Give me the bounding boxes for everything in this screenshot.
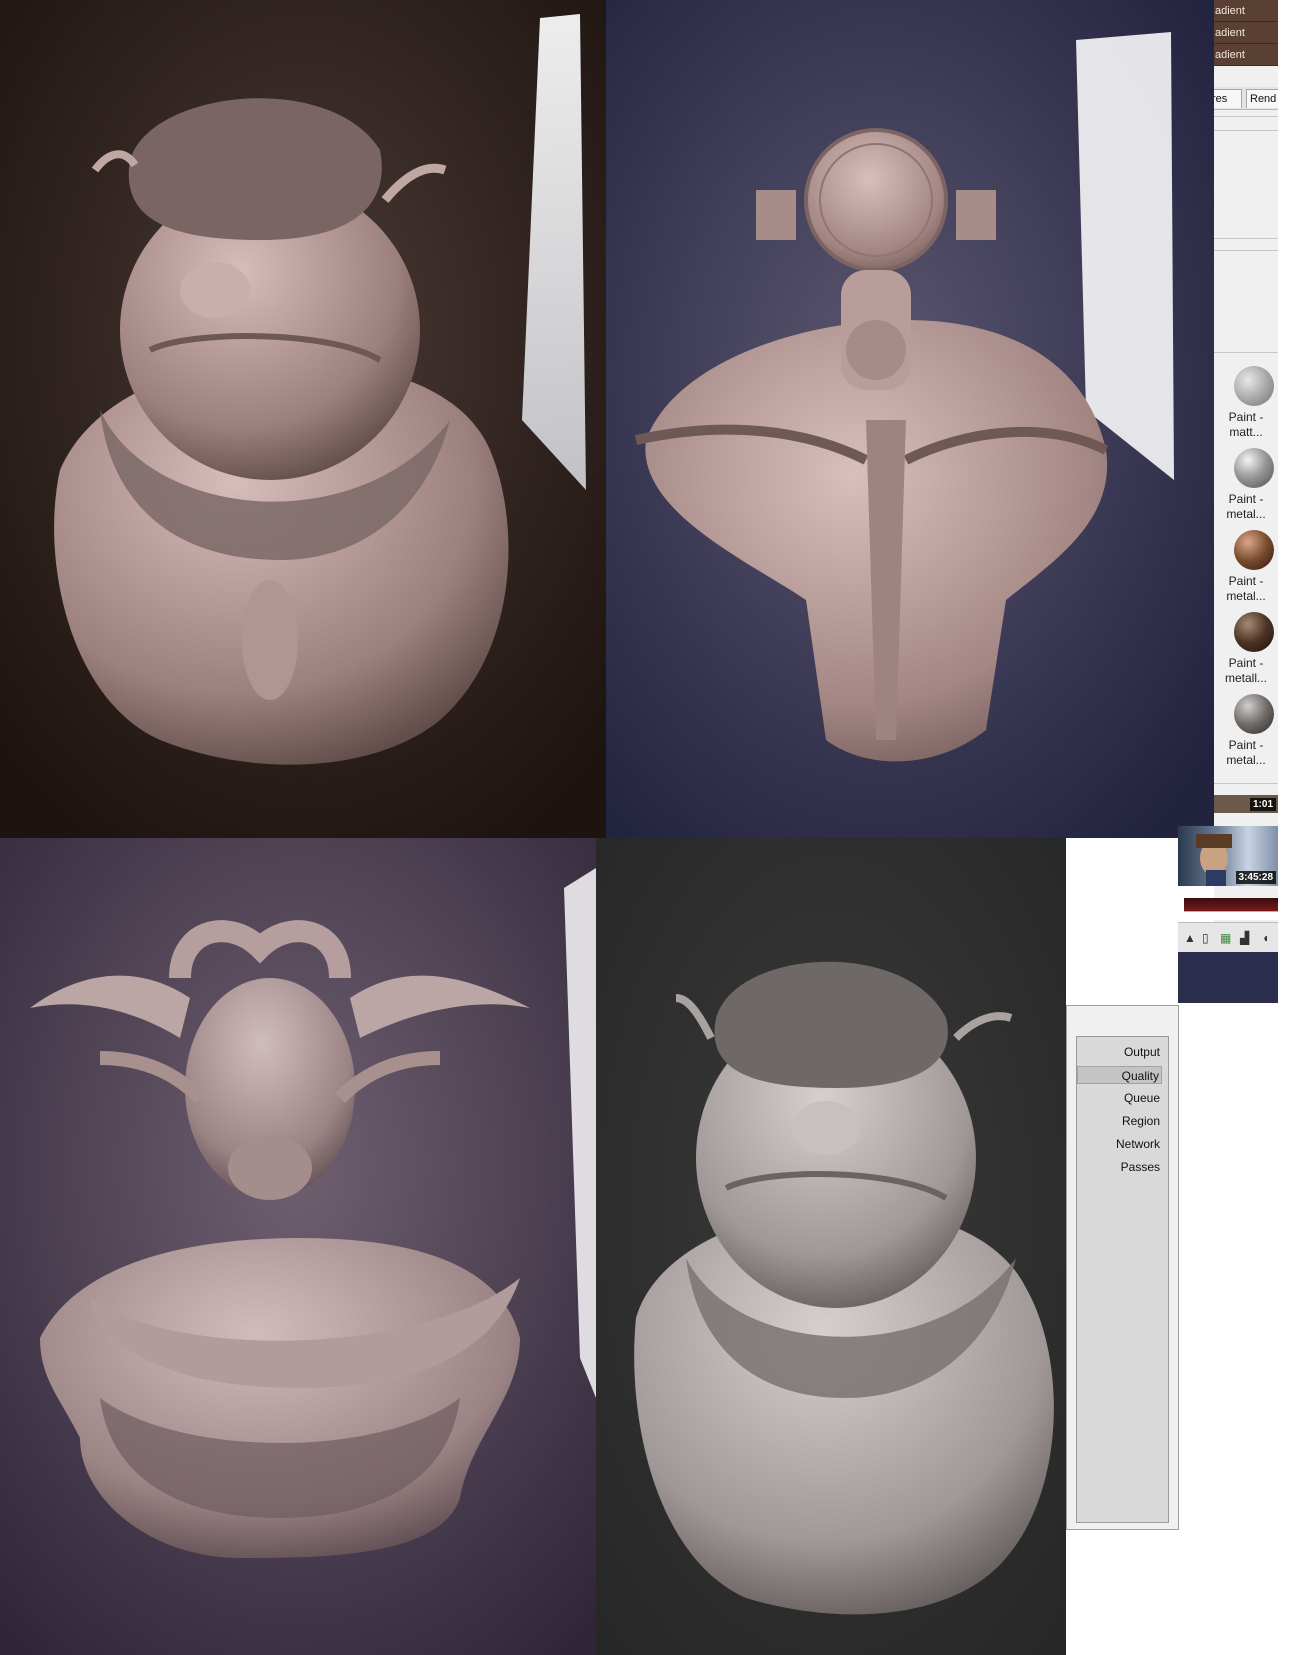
dark-gray-sphere-icon: [1234, 694, 1274, 734]
video-duration: 1:01: [1249, 798, 1276, 811]
divider: [1214, 116, 1278, 117]
brown-metal-sphere-icon: [1234, 530, 1274, 570]
material-label: Paint - matt...: [1228, 410, 1264, 439]
mech-bust-render-image: [606, 0, 1214, 838]
menu-item-passes[interactable]: Passes: [1077, 1158, 1162, 1176]
material-label: Paint - metall...: [1224, 656, 1267, 685]
render-view-ogre-bust: [0, 0, 606, 838]
material-swatch[interactable]: Paint - metal...: [1214, 448, 1278, 530]
gray-matte-sphere-icon: [1234, 366, 1274, 406]
material-label: Paint - metal...: [1226, 492, 1266, 521]
light-panel-shape: [1090, 838, 1178, 1005]
menu-item-output[interactable]: Output: [1077, 1043, 1162, 1061]
divider: [1214, 783, 1278, 784]
tab-bar: res Rend: [1214, 87, 1278, 110]
menu-item-label: Quality: [1121, 1069, 1159, 1083]
render-view-ogre-bust-gray: [596, 838, 1066, 1655]
gradient-row-label: adient: [1215, 5, 1245, 17]
render-view-mech-bust: [606, 0, 1214, 838]
video-thumbnail[interactable]: 3:45:28: [1178, 826, 1278, 886]
signal-icon[interactable]: ▟: [1240, 931, 1249, 945]
material-swatch[interactable]: Paint - metal...: [1214, 694, 1278, 776]
divider: [1214, 238, 1278, 239]
ogre-bust-render-image: [0, 0, 606, 838]
divider: [1214, 250, 1278, 251]
video-duration: 3:45:28: [1235, 871, 1276, 884]
material-swatch[interactable]: Paint - metall...: [1214, 612, 1278, 694]
chevron-up-icon[interactable]: ▲: [1184, 931, 1196, 945]
dark-brown-sphere-icon: [1234, 612, 1274, 652]
gradient-row[interactable]: adient: [1214, 22, 1278, 44]
render-settings-panel: Output Quality Queue Region Network Pass…: [1066, 1005, 1179, 1530]
taskbar-edge: [1178, 952, 1278, 1003]
menu-item-label: Network: [1115, 1137, 1160, 1151]
menu-item-label: Queue: [1123, 1091, 1160, 1105]
material-label: Paint - metal...: [1226, 574, 1266, 603]
material-swatch[interactable]: Paint - matt...: [1214, 366, 1278, 448]
menu-item-network[interactable]: Network: [1077, 1135, 1162, 1153]
gray-metal-sphere-icon: [1234, 448, 1274, 488]
material-label: Paint - metal...: [1226, 738, 1266, 767]
material-swatch[interactable]: Paint - metal...: [1214, 530, 1278, 612]
menu-item-queue[interactable]: Queue: [1077, 1089, 1162, 1107]
ogre-bust-gray-render-image: [596, 838, 1066, 1655]
menu-item-label: Output: [1123, 1045, 1160, 1059]
gradient-row[interactable]: adient: [1214, 44, 1278, 66]
tab-render[interactable]: Rend: [1246, 89, 1278, 108]
divider: [1214, 352, 1278, 353]
menu-item-label: Passes: [1120, 1160, 1160, 1174]
system-tray: ▲ ▯ ▦ ▟ ◖: [1178, 922, 1278, 953]
video-thumbnail[interactable]: 1:01: [1214, 795, 1278, 813]
render-view-horned-bust: [0, 838, 596, 1655]
gradient-row[interactable]: adient: [1214, 0, 1278, 22]
menu-item-label: Region: [1121, 1114, 1160, 1128]
render-settings-list: Output Quality Queue Region Network Pass…: [1076, 1036, 1169, 1523]
volume-icon[interactable]: ◖: [1262, 931, 1269, 945]
divider: [1214, 130, 1278, 131]
menu-item-quality[interactable]: Quality: [1077, 1066, 1162, 1084]
gradient-row-label: adient: [1215, 27, 1245, 39]
horned-bust-render-image: [0, 838, 596, 1655]
tab-textures[interactable]: res: [1214, 89, 1242, 108]
menu-item-region[interactable]: Region: [1077, 1112, 1162, 1130]
tab-label: res: [1214, 93, 1228, 105]
video-thumbnail[interactable]: [1184, 898, 1278, 920]
tab-label: Rend: [1250, 93, 1277, 105]
gradient-row-label: adient: [1215, 49, 1245, 61]
battery-icon[interactable]: ▦: [1220, 931, 1231, 945]
device-icon[interactable]: ▯: [1202, 931, 1209, 945]
